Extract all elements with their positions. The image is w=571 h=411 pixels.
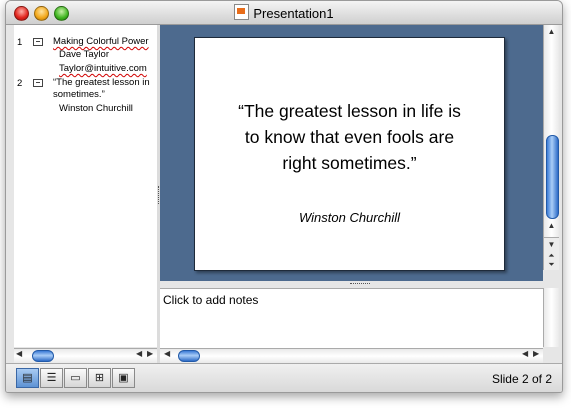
scroll-left-arrow-icon[interactable]: ◀: [136, 349, 142, 358]
outline-bullet[interactable]: Winston Churchill: [59, 103, 133, 114]
outline-view-button[interactable]: ☰: [40, 368, 63, 388]
scroll-left-arrow-icon[interactable]: ◀: [16, 349, 22, 358]
notes-pane[interactable]: Click to add notes: [160, 288, 543, 348]
outline-scroll-thumb[interactable]: [32, 350, 54, 362]
presentation-window: Presentation1 1 Making Colorful Power Da…: [5, 0, 563, 393]
outline-pane[interactable]: 1 Making Colorful Power Dave Taylor Tayl…: [14, 25, 158, 347]
slide-sorter-view-button[interactable]: ⊞: [88, 368, 111, 388]
scroll-left-arrow-icon[interactable]: ◀: [164, 349, 170, 358]
outline-bullet[interactable]: Dave Taylor: [59, 49, 109, 60]
slide-navigation-buttons: ▼ ⏶ ⏷: [543, 237, 559, 270]
notes-vertical-scrollbar[interactable]: [543, 288, 559, 347]
title-bar[interactable]: Presentation1: [6, 1, 562, 25]
notes-splitter-grip[interactable]: [350, 283, 370, 286]
slide-show-icon: ▣: [118, 372, 129, 384]
window-title-text: Presentation1: [253, 6, 334, 21]
next-slide-icon[interactable]: ⏷: [544, 260, 559, 270]
slide-title-line: “The greatest lesson in life is: [238, 101, 461, 121]
scroll-right-arrow-icon[interactable]: ▶: [147, 349, 153, 358]
scroll-left-arrow-icon[interactable]: ◀: [522, 349, 528, 358]
slide-scroll-thumb[interactable]: [546, 135, 559, 219]
scroll-up-arrow-icon[interactable]: ▲: [544, 27, 559, 36]
slide-title[interactable]: “The greatest lesson in life is to know …: [195, 98, 504, 176]
slide-pane[interactable]: “The greatest lesson in life is to know …: [160, 25, 543, 281]
window-title: Presentation1: [6, 4, 562, 21]
scroll-up-arrow-icon[interactable]: ▲: [544, 221, 559, 230]
slide-canvas[interactable]: “The greatest lesson in life is to know …: [194, 37, 505, 271]
outline-slide-title-continued[interactable]: sometimes.”: [53, 89, 105, 100]
presentation-document-icon: [234, 4, 250, 20]
slide-view-icon: ▭: [70, 372, 81, 384]
outline-horizontal-scrollbar[interactable]: ◀ ◀ ▶: [14, 348, 157, 363]
slide-vertical-scrollbar[interactable]: ▲ ▲: [543, 25, 559, 269]
scroll-right-arrow-icon[interactable]: ▶: [533, 349, 539, 358]
notes-placeholder[interactable]: Click to add notes: [163, 293, 258, 307]
status-bar: ▤ ☰ ▭ ⊞ ▣ Slide 2 of 2: [6, 363, 562, 392]
slide-title-line: to know that even fools are: [244, 127, 455, 147]
slide-icon[interactable]: [33, 38, 43, 46]
slide-sorter-icon: ⊞: [94, 372, 105, 384]
slide-view-button[interactable]: ▭: [64, 368, 87, 388]
outline-slide-number: 1: [17, 37, 23, 48]
outline-view-icon: ☰: [46, 372, 57, 384]
slide-icon[interactable]: [33, 79, 43, 87]
slide-show-view-button[interactable]: ▣: [112, 368, 135, 388]
outline-slide-title[interactable]: “The greatest lesson in: [53, 77, 150, 88]
outline-slide-title[interactable]: Making Colorful Power: [53, 36, 149, 47]
slide-subtitle[interactable]: Winston Churchill: [195, 210, 504, 225]
outline-bullet[interactable]: Taylor@intuitive.com: [59, 63, 147, 74]
normal-view-button[interactable]: ▤: [16, 368, 39, 388]
outline-slide-number: 2: [17, 78, 23, 89]
normal-view-icon: ▤: [22, 372, 33, 384]
slide-h-scroll-thumb[interactable]: [178, 350, 200, 362]
slide-horizontal-scrollbar[interactable]: ◀ ◀ ▶: [160, 348, 543, 363]
slide-indicator: Slide 2 of 2: [491, 372, 552, 386]
slide-title-line: right sometimes.”: [282, 153, 417, 173]
scroll-down-arrow-icon[interactable]: ▼: [544, 240, 559, 249]
